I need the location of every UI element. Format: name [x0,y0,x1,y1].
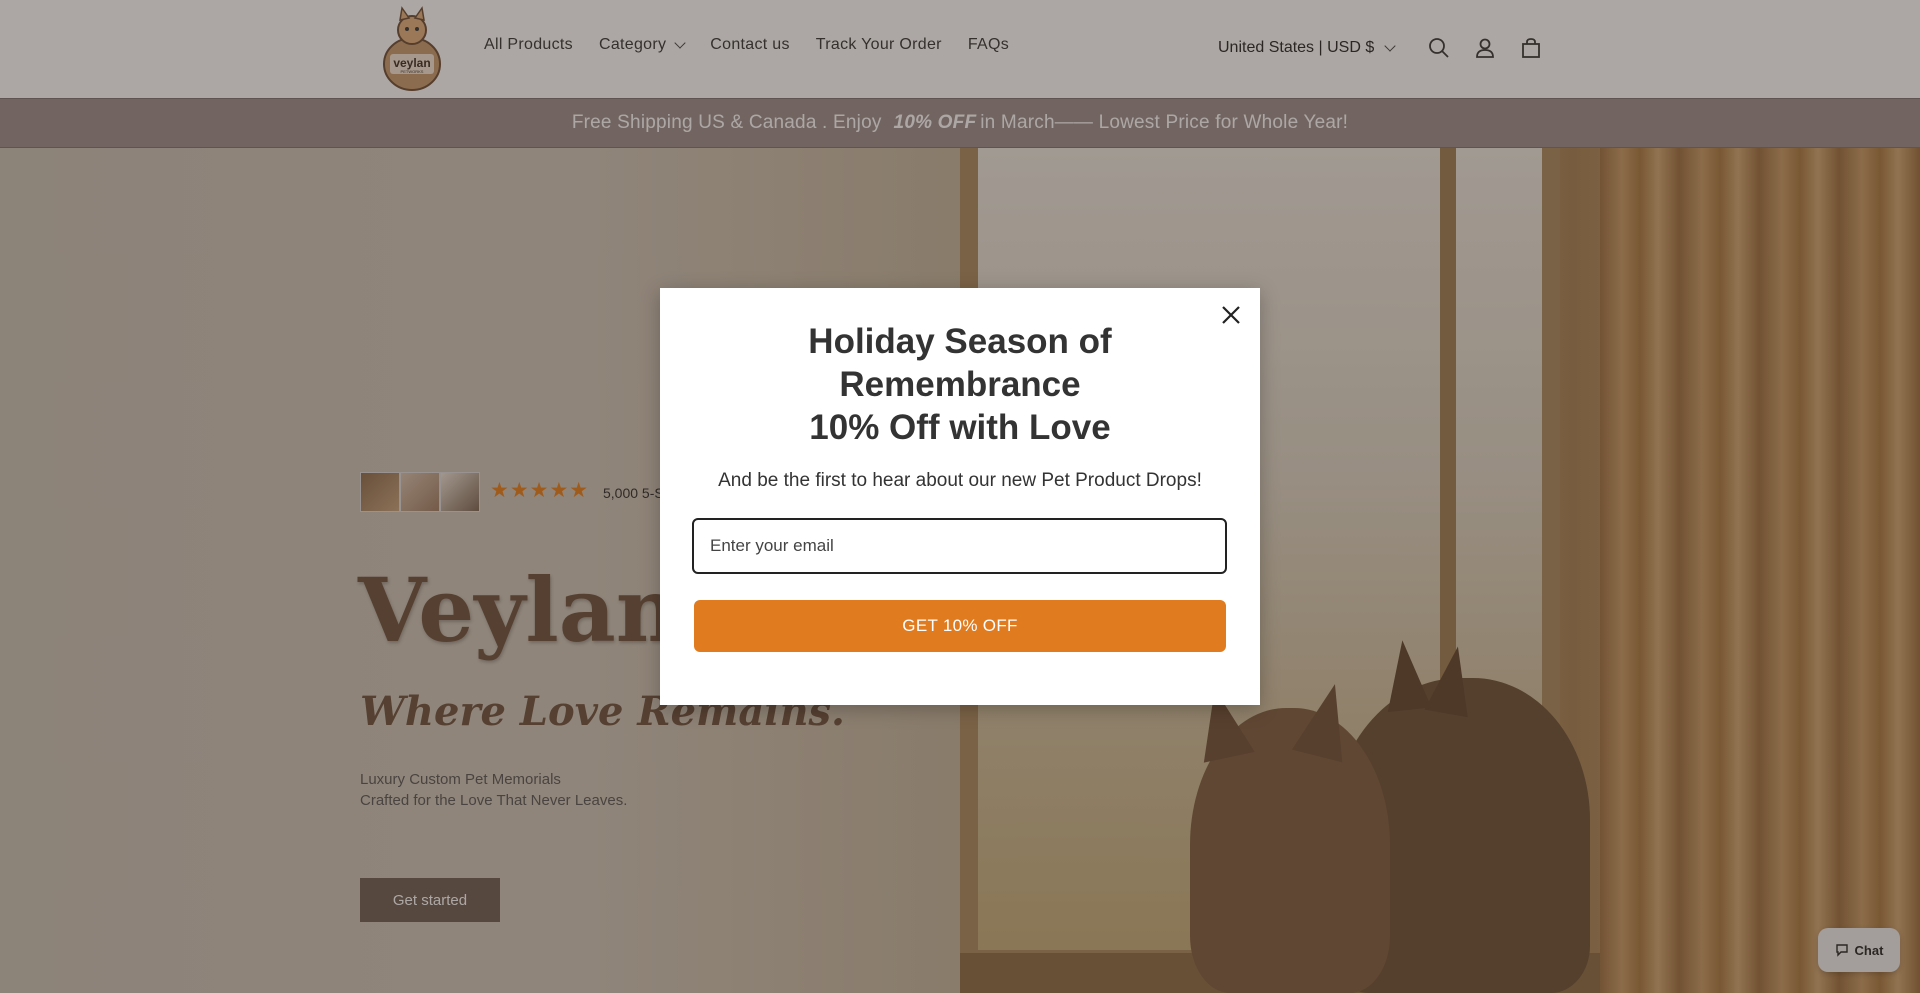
popup-title-line2: Remembrance [839,365,1081,404]
get-discount-button[interactable]: GET 10% OFF [694,600,1226,652]
popup-title-line1: Holiday Season of [808,322,1112,361]
close-button[interactable] [1216,300,1246,330]
email-field[interactable] [692,518,1227,574]
popup-title: Holiday Season of Remembrance 10% Off wi… [710,320,1210,449]
close-icon [1222,306,1240,324]
popup-title-line3: 10% Off with Love [809,408,1111,447]
popup-subtitle: And be the first to hear about our new P… [718,470,1202,491]
newsletter-popup: Holiday Season of Remembrance 10% Off wi… [660,288,1260,705]
